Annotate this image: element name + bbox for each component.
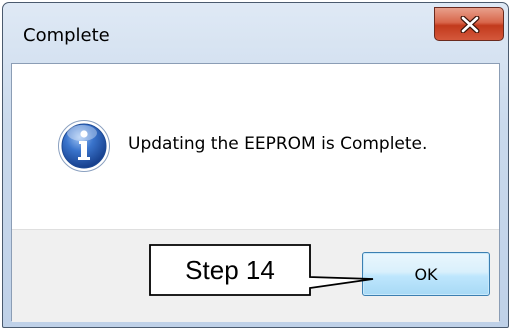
step-label: Step 14 xyxy=(185,254,275,285)
info-icon xyxy=(58,120,110,172)
message-text: Updating the EEPROM is Complete. xyxy=(128,134,428,154)
close-x-icon xyxy=(460,16,480,33)
close-button[interactable] xyxy=(434,7,504,41)
window-title: Complete xyxy=(23,25,110,46)
titlebar[interactable]: Complete xyxy=(3,3,508,63)
message-area: Updating the EEPROM is Complete. xyxy=(12,64,499,229)
ok-button[interactable]: OK xyxy=(362,252,490,296)
